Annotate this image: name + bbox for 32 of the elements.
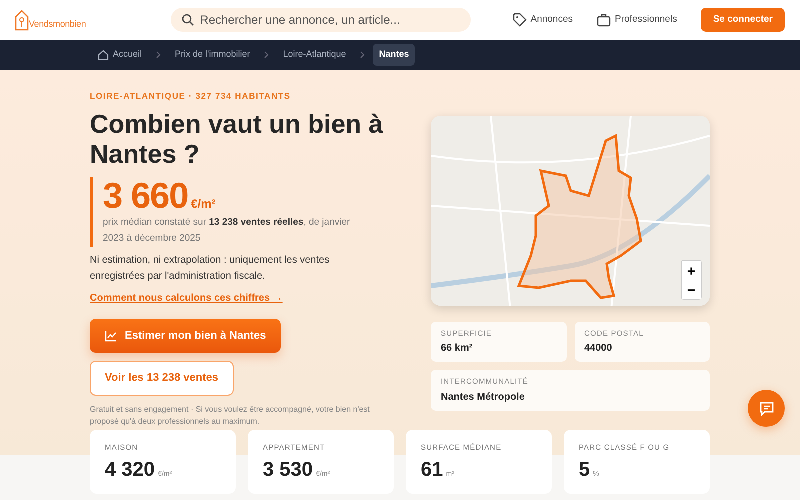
stat-value: 3 530 — [263, 458, 314, 482]
price-value: 3 660 — [103, 176, 188, 215]
house-logo-icon[interactable] — [15, 9, 29, 31]
eyebrow-text: LOIRE-ATLANTIQUE · 327 734 HABITANTS — [90, 90, 292, 103]
stat-value: 5 — [579, 458, 590, 482]
page-title: Combien vaut un bien à Nantes ? — [90, 108, 384, 169]
chat-button[interactable] — [748, 390, 785, 427]
home-icon — [98, 50, 109, 60]
search-field[interactable]: Rechercher une annonce, un article... — [171, 8, 472, 32]
map-drawing[interactable] — [431, 116, 710, 306]
stat-value: 61 — [421, 458, 444, 482]
disclaimer-text: Gratuit et sans engagement · Si vous voulez être accompagné, votre bien n'est proposé qu'à deux professionnels au maximum. — [90, 404, 371, 428]
fact-value: 44000 — [584, 342, 614, 356]
price-note: prix médian constaté sur 13 238 ventes réelles, de janvier 2023 à décembre 2025 — [103, 216, 352, 246]
briefcase-icon — [597, 13, 612, 27]
description-text: Ni estimation, ni extrapolation : uniquement les ventes enregistrées par l'administration fiscale. — [90, 254, 331, 284]
price-unit: €/m² — [191, 196, 216, 213]
breadcrumb-link[interactable]: Nantes — [373, 44, 416, 66]
chart-icon — [105, 330, 117, 342]
nav-link[interactable]: Professionnels — [597, 12, 678, 28]
breadcrumb-link[interactable]: Loire-Atlantique — [277, 44, 352, 66]
chevron-icon — [156, 51, 162, 59]
nav-link[interactable]: Annonces — [512, 12, 574, 28]
breadcrumb-link[interactable]: Accueil — [92, 44, 148, 66]
fact-value: Nantes Métropole — [441, 390, 526, 404]
tag-icon — [512, 13, 527, 27]
chevron-icon — [264, 51, 270, 59]
chat-icon — [758, 400, 774, 416]
stat-value: 4 320 — [105, 458, 156, 482]
fact-value: 66 km² — [441, 342, 474, 356]
breadcrumb-link[interactable]: Prix de l'immobilier — [169, 44, 256, 66]
chevron-icon — [360, 51, 366, 59]
